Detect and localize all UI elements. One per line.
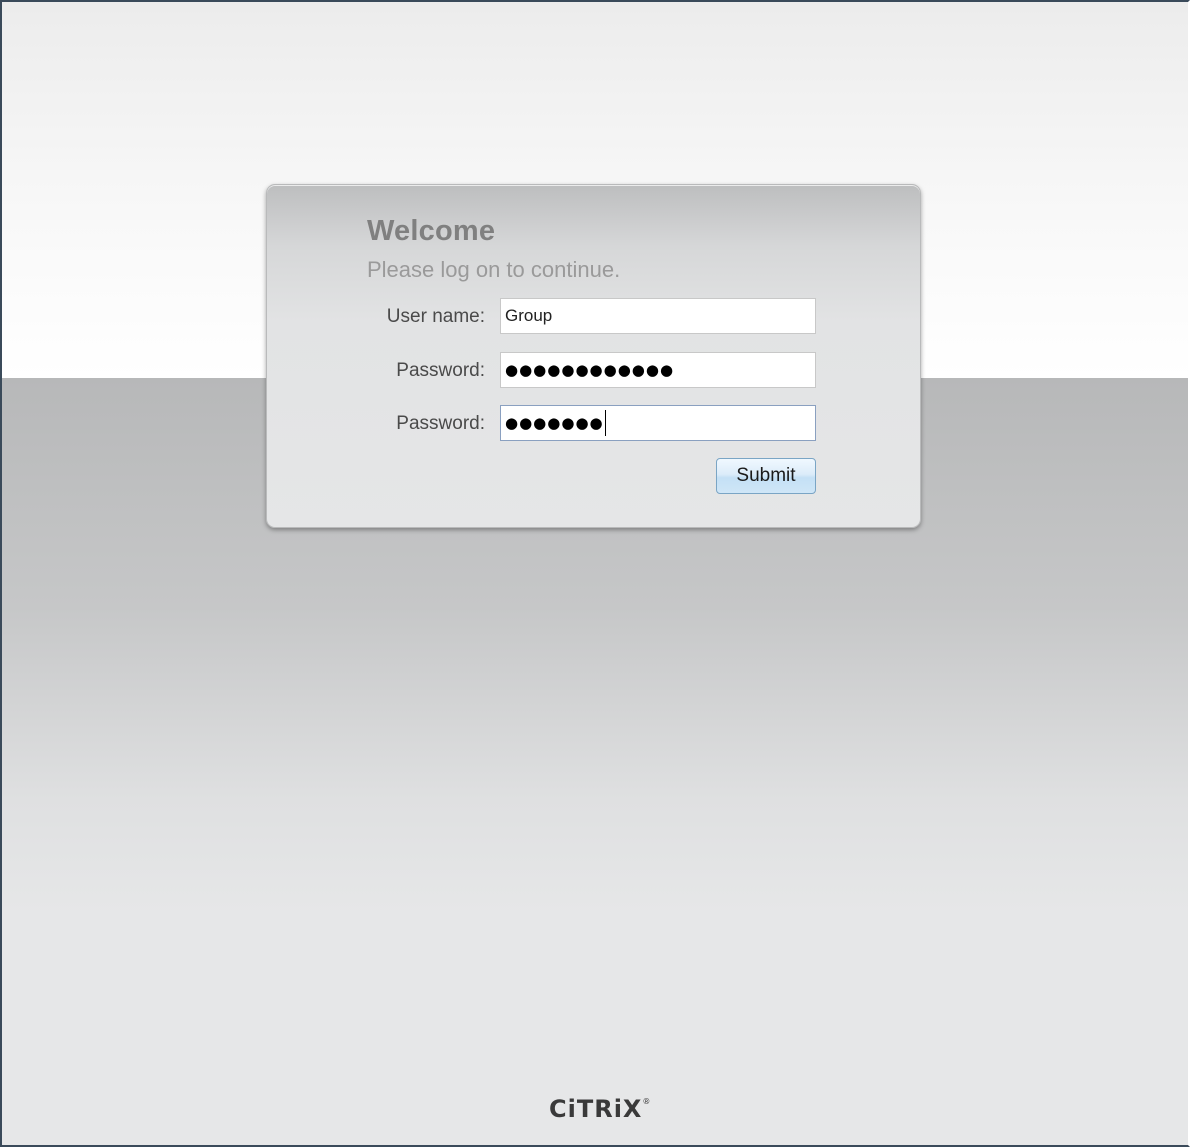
citrix-logo: CiTRiX® xyxy=(549,1095,651,1123)
welcome-heading: Welcome xyxy=(367,215,496,247)
browser-viewport: Welcome Please log on to continue. User … xyxy=(0,0,1190,1147)
username-label: User name: xyxy=(386,306,485,327)
username-value: Group xyxy=(505,306,553,325)
password-field-1[interactable]: ●●●●●●●●●●●● xyxy=(500,352,816,388)
username-field[interactable]: Group xyxy=(500,298,816,334)
password-2-masked: ●●●●●●● xyxy=(505,414,604,432)
submit-button[interactable]: Submit xyxy=(716,458,816,494)
password-1-masked: ●●●●●●●●●●●● xyxy=(505,361,675,379)
password-field-2[interactable]: ●●●●●●● xyxy=(500,405,816,441)
trademark-mark: ® xyxy=(642,1097,652,1106)
password-label-1: Password: xyxy=(396,360,485,381)
password-label-2: Password: xyxy=(396,413,485,434)
citrix-logo-text: CiTRiX xyxy=(549,1095,643,1123)
login-subtitle: Please log on to continue. xyxy=(367,257,621,282)
text-caret xyxy=(604,410,606,436)
login-dialog: Welcome Please log on to continue. User … xyxy=(266,184,921,528)
